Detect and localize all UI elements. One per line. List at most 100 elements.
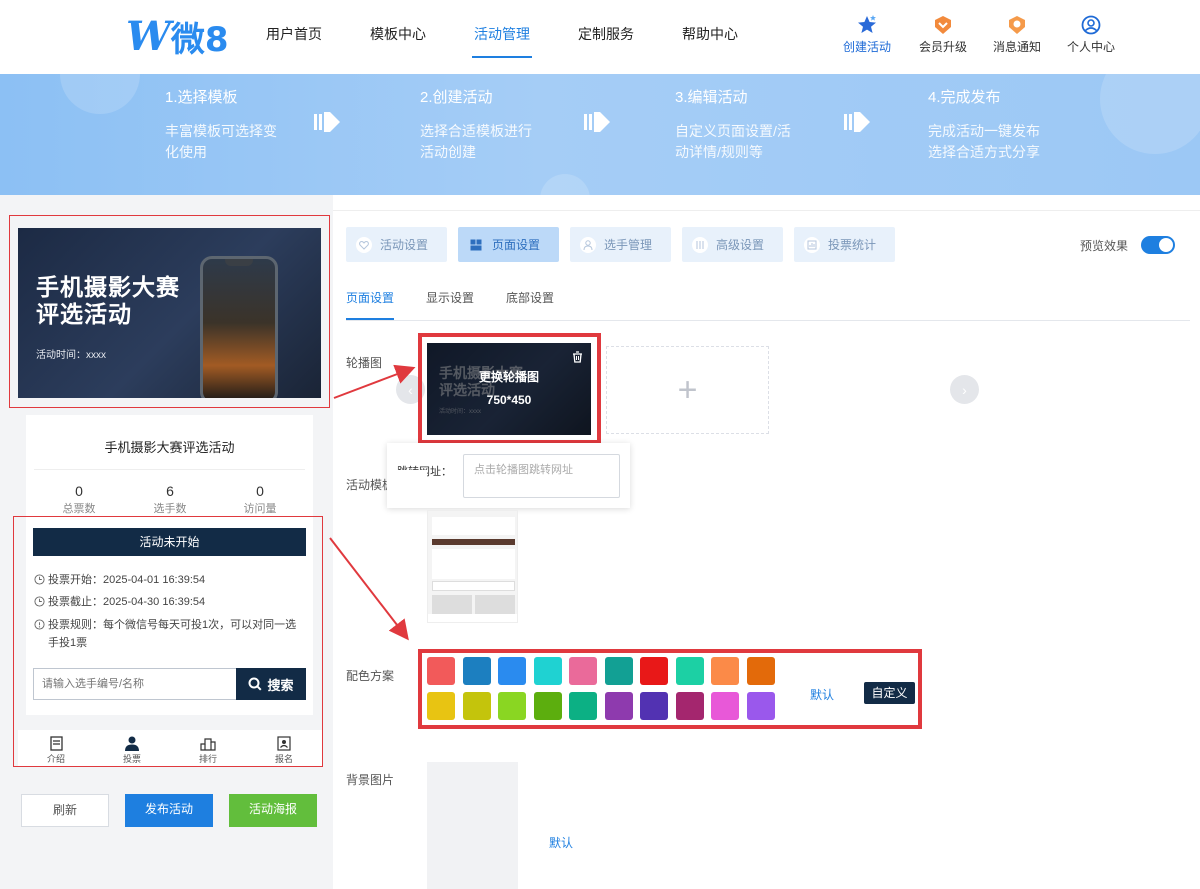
card-divider [34, 469, 305, 470]
preview-effect-toggle[interactable] [1141, 236, 1175, 254]
id-card-icon [246, 734, 322, 752]
subtab-page-settings[interactable]: 页面设置 [346, 289, 395, 320]
chevron-right-icon: › [962, 381, 967, 398]
personal-center-button[interactable]: 个人中心 [1054, 14, 1128, 55]
add-carousel-image-button[interactable]: + [606, 346, 769, 434]
settings-sub-tabs: 页面设置 显示设置 底部设置 [346, 289, 586, 320]
nav-help-center[interactable]: 帮助中心 [666, 0, 754, 74]
stat-value: 0 [256, 483, 264, 499]
step-arrow-icon [584, 112, 610, 132]
nav-user-home[interactable]: 用户首页 [250, 0, 338, 74]
background-image-slot[interactable] [427, 762, 518, 889]
color-scheme-label: 配色方案 [346, 669, 395, 683]
tab-advanced-settings[interactable]: 高级设置 [682, 227, 783, 262]
star-icon [836, 14, 898, 36]
refresh-button[interactable]: 刷新 [21, 794, 109, 827]
vip-upgrade-button[interactable]: 会员升级 [906, 14, 980, 55]
banner-bubble [1100, 74, 1200, 154]
bottom-tab-vote[interactable]: 投票 [94, 730, 170, 766]
user-icon [580, 236, 596, 253]
step-arrow-icon [844, 112, 870, 132]
step-desc: 选择合适模板进行活动创建 [420, 123, 532, 160]
step-4: 4.完成发布 完成活动一键发布选择合适方式分享 [928, 86, 1050, 163]
bottom-tab-label: 投票 [122, 754, 141, 764]
thumb-tabs [428, 614, 517, 622]
thumb-info [432, 549, 515, 579]
highlight-box-preview-banner [9, 215, 330, 408]
logo-text: 微8 [170, 19, 229, 60]
settings-main-tabs: 活动设置 页面设置 选手管理 高级设置 投票统计 [346, 227, 906, 262]
preview-bottom-tabs: 介绍 投票 排行 报名 [18, 730, 322, 766]
plus-icon: + [677, 370, 698, 409]
activity-poster-button[interactable]: 活动海报 [229, 794, 317, 827]
banner-bubble [60, 74, 140, 114]
bottom-tab-ranking[interactable]: 排行 [170, 730, 246, 766]
arrow-to-colors [329, 537, 409, 641]
background-image-label: 背景图片 [346, 773, 395, 787]
doc-icon [18, 734, 94, 752]
step-title: 2.创建活动 [420, 89, 493, 106]
stat-value: 0 [75, 483, 83, 499]
person-icon [94, 734, 170, 752]
tab-activity-settings[interactable]: 活动设置 [346, 227, 447, 262]
highlight-box-carousel [418, 333, 601, 444]
stat-label: 访问量 [243, 503, 277, 515]
logo-letter: W [126, 12, 171, 60]
step-2: 2.创建活动 选择合适模板进行活动创建 [420, 86, 540, 163]
carousel-next-button[interactable]: › [950, 375, 979, 404]
activity-template-thumbnail[interactable] [427, 510, 518, 623]
user-circle-icon [1054, 14, 1128, 36]
bottom-tab-intro[interactable]: 介绍 [18, 730, 94, 766]
tab-contestant-management[interactable]: 选手管理 [570, 227, 671, 262]
step-title: 1.选择模板 [165, 89, 238, 106]
ranking-icon [170, 734, 246, 752]
grid-icon [468, 237, 484, 253]
nav-custom-service[interactable]: 定制服务 [562, 0, 650, 74]
tab-label: 页面设置 [492, 238, 541, 252]
logo[interactable]: W 微8 [126, 12, 229, 60]
stat-label: 总票数 [62, 503, 96, 515]
tab-label: 投票统计 [828, 238, 877, 252]
preview-effect-label: 预览效果 [1080, 239, 1129, 253]
publish-activity-button[interactable]: 发布活动 [125, 794, 213, 827]
thumb-status-bar [432, 539, 515, 545]
bottom-tab-signup[interactable]: 报名 [246, 730, 322, 766]
background-default-button[interactable]: 默认 [549, 834, 573, 851]
step-title: 3.编辑活动 [675, 89, 748, 106]
step-title: 4.完成发布 [928, 89, 1001, 106]
step-desc: 丰富模板可选择变化使用 [165, 123, 277, 160]
tab-vote-statistics[interactable]: 投票统计 [794, 227, 895, 262]
subtab-footer-settings[interactable]: 底部设置 [506, 289, 554, 320]
subtab-display-settings[interactable]: 显示设置 [426, 289, 474, 320]
chevron-left-icon: ‹ [408, 381, 413, 398]
subtab-divider [346, 320, 1190, 321]
nav-template-center[interactable]: 模板中心 [354, 0, 442, 74]
stat-value: 6 [166, 483, 174, 499]
tab-label: 活动设置 [380, 238, 429, 252]
thumb-header [432, 517, 515, 535]
heart-icon [356, 236, 372, 253]
tab-page-settings[interactable]: 页面设置 [458, 227, 559, 262]
bell-badge-icon [980, 14, 1054, 36]
step-1: 1.选择模板 丰富模板可选择变化使用 [165, 86, 285, 163]
message-notice-label: 消息通知 [992, 40, 1041, 54]
vip-upgrade-label: 会员升级 [918, 40, 967, 54]
step-arrow-icon [314, 112, 340, 132]
top-actions: 创建活动 会员升级 消息通知 个人中心 [836, 14, 1128, 55]
personal-center-label: 个人中心 [1066, 40, 1115, 54]
create-activity-button[interactable]: 创建活动 [836, 14, 898, 55]
main-nav: 用户首页 模板中心 活动管理 定制服务 帮助中心 [250, 0, 770, 74]
chart-icon [804, 236, 820, 253]
create-activity-label: 创建活动 [842, 40, 891, 54]
carousel-label: 轮播图 [346, 356, 383, 370]
bottom-tab-label: 介绍 [46, 754, 65, 764]
thumb-search [432, 581, 515, 591]
step-3: 3.编辑活动 自定义页面设置/活动详情/规则等 [675, 86, 795, 163]
step-desc: 自定义页面设置/活动详情/规则等 [675, 123, 791, 160]
nav-activity-management[interactable]: 活动管理 [458, 0, 546, 74]
jump-url-textarea[interactable]: 点击轮播图跳转网址 [463, 454, 620, 498]
tab-label: 高级设置 [716, 238, 765, 252]
message-notice-button[interactable]: 消息通知 [980, 14, 1054, 55]
tab-label: 选手管理 [604, 238, 653, 252]
step-desc: 完成活动一键发布选择合适方式分享 [928, 123, 1040, 160]
